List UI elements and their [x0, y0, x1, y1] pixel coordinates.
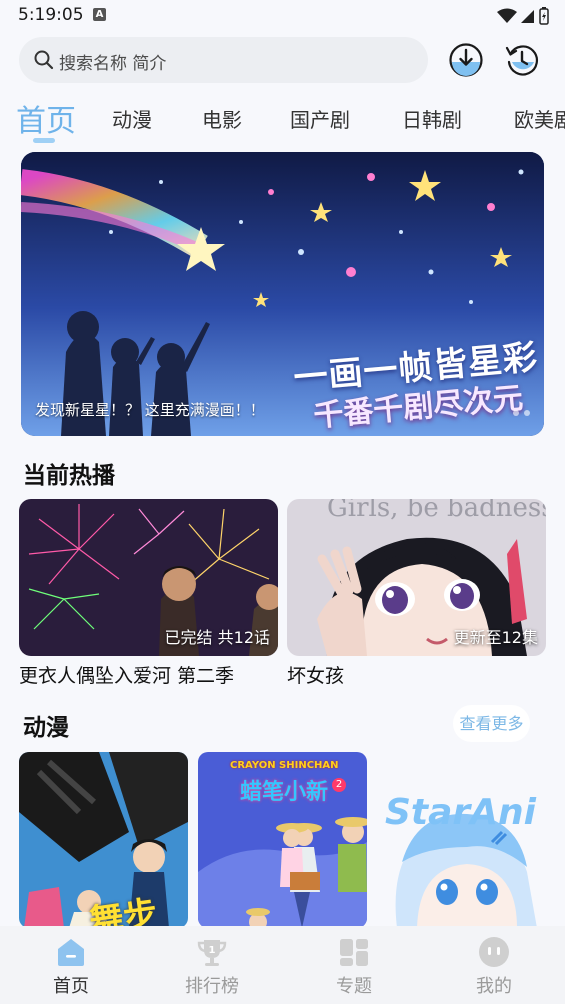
poster-artwork — [377, 752, 565, 928]
trophy-icon: 1 — [197, 940, 227, 966]
search-placeholder: 搜索名称 简介 — [59, 54, 167, 74]
anime-card[interactable]: 舞步 — [19, 752, 188, 928]
nav-topics[interactable]: 专题 — [304, 926, 404, 1004]
status-time: 5:19:05 — [18, 5, 84, 25]
banner-dot — [513, 410, 519, 416]
nav-profile[interactable]: 我的 — [444, 926, 544, 1004]
nav-label: 首页 — [53, 976, 89, 997]
title-label: 更衣人偶坠入爱河 第二季 — [19, 665, 235, 687]
nav-home[interactable]: 首页 — [21, 926, 121, 1004]
episode-badge: 更新至12集 — [453, 628, 538, 647]
banner-pagination — [513, 410, 530, 416]
nav-label: 我的 — [476, 976, 512, 997]
poster-text: Girls, be badness! — [327, 499, 546, 523]
tab-movie[interactable]: 电影 — [202, 104, 242, 133]
category-tabs: 首页 动漫 电影 国产剧 日韩剧 欧美剧 — [0, 94, 565, 146]
section-title-now-playing: 当前热播 — [23, 463, 115, 489]
poster-thumbnail: Girls, be badness! 更新至12集 — [287, 499, 546, 656]
status-bar: 5:19:05 A — [0, 0, 565, 32]
tab-home[interactable]: 首页 — [16, 96, 76, 140]
signal-icon — [521, 10, 534, 23]
tab-jk-drama[interactable]: 日韩剧 — [402, 104, 462, 133]
anime-card[interactable]: StarAni — [377, 752, 565, 928]
wifi-icon — [497, 8, 517, 23]
nav-ranking[interactable]: 1 排行榜 — [162, 926, 262, 1004]
now-playing-card[interactable]: Girls, be badness! 更新至12集 坏女孩 — [287, 499, 546, 688]
poster-logo-text: StarAni — [385, 792, 537, 833]
poster-number: 2 — [332, 778, 346, 792]
episode-badge: 已完结 共12话 — [164, 628, 270, 647]
poster-text-cn: 蜡笔小新 — [240, 780, 329, 805]
nav-label: 排行榜 — [185, 976, 239, 997]
tab-western-drama[interactable]: 欧美剧 — [514, 104, 565, 133]
banner-dot — [524, 410, 530, 416]
bottom-navigation: 首页 1 排行榜 专题 我的 — [0, 926, 565, 1004]
status-icons — [497, 6, 549, 26]
tab-domestic-drama[interactable]: 国产剧 — [290, 104, 350, 133]
home-icon — [58, 939, 84, 966]
poster-thumbnail: 已完结 共12话 — [19, 499, 278, 656]
profile-icon — [479, 937, 509, 967]
now-playing-card[interactable]: 已完结 共12话 更衣人偶坠入爱河 第二季 — [19, 499, 278, 688]
section-title-anime: 动漫 — [23, 715, 69, 741]
anime-card[interactable]: CRAYON SHINCHAN 蜡笔小新 2 — [198, 752, 367, 928]
history-icon[interactable] — [504, 42, 540, 78]
battery-icon — [539, 7, 549, 25]
topics-icon — [340, 939, 368, 966]
nav-label: 专题 — [336, 976, 372, 997]
poster-text-en: CRAYON SHINCHAN — [230, 760, 339, 771]
tab-indicator — [33, 138, 55, 143]
search-input[interactable]: 搜索名称 简介 — [19, 37, 428, 83]
svg-text:1: 1 — [209, 945, 216, 956]
search-icon — [34, 50, 54, 70]
view-more-button[interactable]: 查看更多 — [453, 705, 530, 742]
tab-anime[interactable]: 动漫 — [112, 104, 152, 133]
title-label: 坏女孩 — [287, 665, 345, 687]
featured-banner[interactable]: 一画一帧皆星彩 千番千剧尽次元 发现新星星！？ 这里充满漫画！！ — [21, 152, 544, 436]
notification-a-icon: A — [93, 8, 106, 21]
download-icon[interactable] — [448, 42, 484, 78]
banner-caption: 发现新星星！？ 这里充满漫画！！ — [35, 401, 265, 419]
